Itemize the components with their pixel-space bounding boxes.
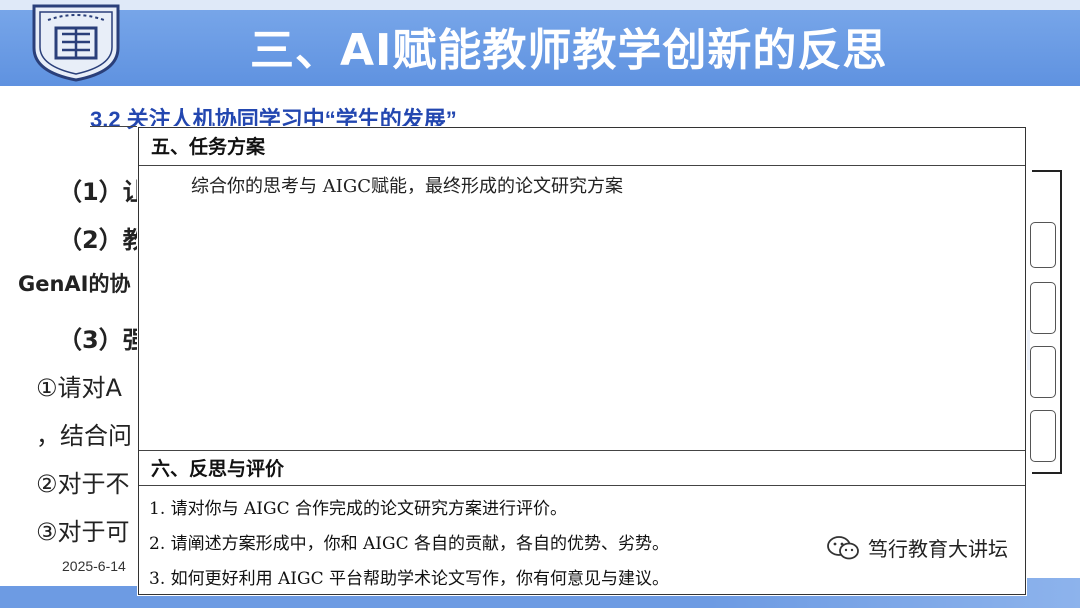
diagram-box-1	[1030, 222, 1056, 268]
task-document-overlay: 五、任务方案 综合你的思考与 AIGC赋能，最终形成的论文研究方案 六、反思与评…	[138, 127, 1026, 595]
bg-circled-2: ②对于不	[36, 470, 130, 498]
slide-date: 2025-6-14	[62, 558, 126, 574]
bg-circled-3: ③对于可	[36, 518, 130, 546]
bg-item-2: （2）教	[58, 226, 147, 254]
section5-body: 综合你的思考与 AIGC赋能，最终形成的论文研究方案	[191, 176, 623, 197]
diagram-box-2	[1030, 282, 1056, 334]
diagram-box-4	[1030, 410, 1056, 462]
university-logo	[32, 4, 120, 82]
banner-top-strip	[0, 0, 1080, 10]
question-3: 3. 如何更好利用 AIGC 平台帮助学术论文写作，你有何意见与建议。	[149, 569, 670, 589]
question-1: 1. 请对你与 AIGC 合作完成的论文研究方案进行评价。	[149, 499, 568, 519]
page-title: 三、AI赋能教师教学创新的反思	[250, 25, 888, 76]
bg-circled-1: ①请对A	[36, 374, 122, 402]
diagram-box-3	[1030, 346, 1056, 398]
wechat-watermark: 笃行教育大讲坛	[826, 533, 1008, 562]
watermark-text: 笃行教育大讲坛	[868, 537, 1008, 561]
section6-heading: 六、反思与评价	[139, 450, 1025, 486]
bg-item-1: （1）让	[58, 178, 147, 206]
bg-item-3: （3）强	[58, 326, 147, 354]
question-2: 2. 请阐述方案形成中，你和 AIGC 各自的贡献，各自的优势、劣势。	[149, 534, 670, 554]
section5-heading: 五、任务方案	[139, 128, 1025, 166]
bg-circled-1-continued: ，结合问	[36, 422, 132, 450]
wechat-icon	[827, 535, 859, 559]
bg-item-2-continued: GenAI的协	[18, 272, 131, 296]
